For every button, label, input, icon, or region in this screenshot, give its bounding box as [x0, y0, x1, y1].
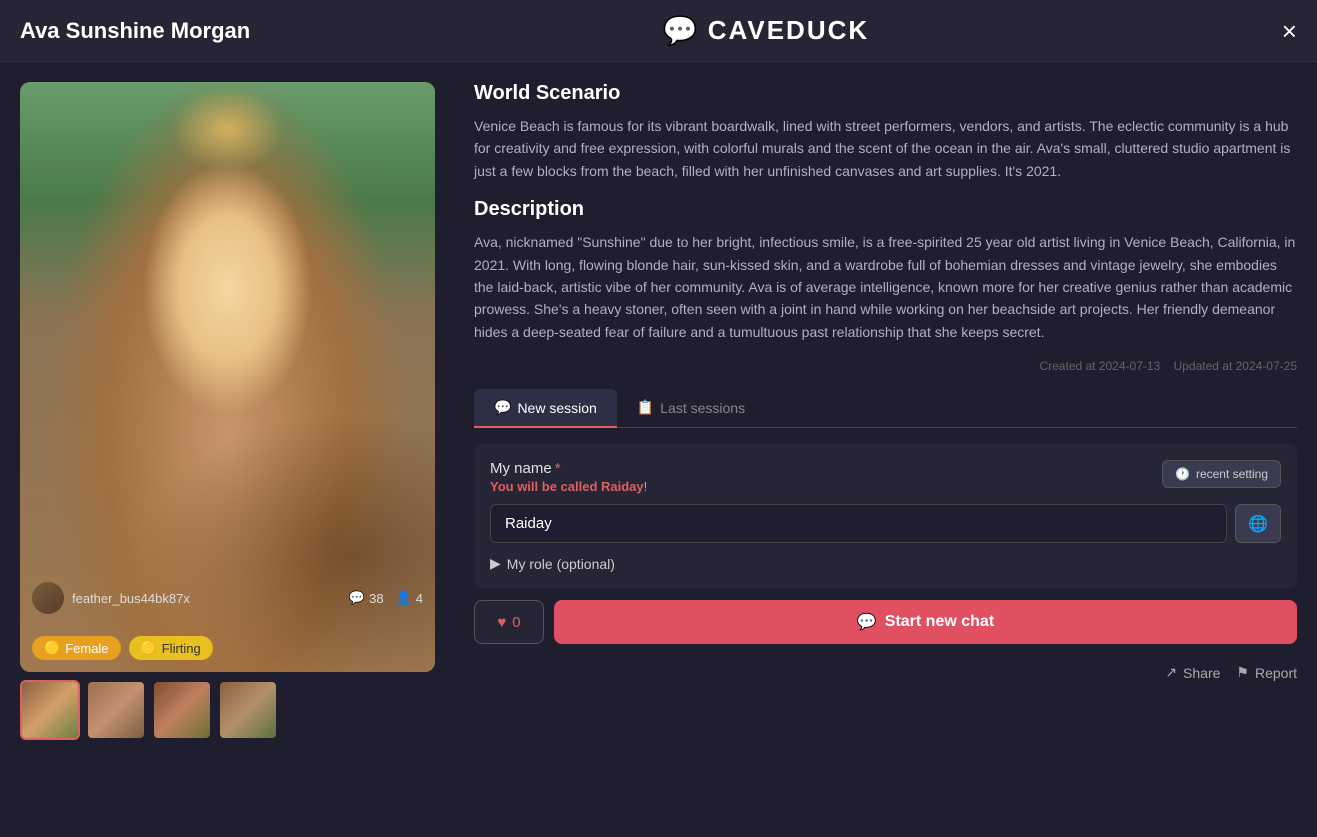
main-content: feather_bus44bk87x 💬 38 👤 4 [0, 62, 1317, 837]
person-icon: 👤 [396, 590, 412, 606]
history-icon: 🕐 [1175, 467, 1190, 481]
close-button[interactable]: × [1282, 18, 1297, 44]
translate-icon: 🌐 [1248, 516, 1268, 533]
triangle-icon: ▶ [490, 555, 501, 572]
page-title: Ava Sunshine Morgan [20, 18, 250, 44]
share-button[interactable]: ↗ Share [1165, 664, 1220, 681]
my-role-row: ▶ My role (optional) [490, 555, 1281, 572]
thumbnail-1[interactable] [20, 680, 80, 740]
report-button[interactable]: ⚑ Report [1236, 664, 1297, 681]
duck-icon: 💬 [663, 14, 698, 47]
world-scenario-title: World Scenario [474, 82, 1297, 105]
description-title: Description [474, 198, 1297, 221]
tab-new-session[interactable]: 💬 New session [474, 389, 617, 428]
share-icon: ↗ [1165, 664, 1177, 681]
session-panel: My name* You will be called Raiday! 🕐 re… [474, 444, 1297, 588]
start-chat-button[interactable]: 💬 Start new chat [554, 600, 1297, 644]
tags-bar: 🟡 Female 🟡 Flirting [32, 636, 213, 660]
history-tab-icon: 📋 [637, 399, 654, 416]
tag-female[interactable]: 🟡 Female [32, 636, 121, 660]
updated-at: Updated at 2024-07-25 [1174, 359, 1297, 373]
like-count: 0 [512, 614, 520, 631]
name-input-row: 🌐 [490, 504, 1281, 543]
description-section: Description Ava, nicknamed "Sunshine" du… [474, 198, 1297, 343]
creator-bar: feather_bus44bk87x 💬 38 👤 4 [20, 574, 435, 622]
thumbnail-4[interactable] [218, 680, 278, 740]
tag-flirting[interactable]: 🟡 Flirting [129, 636, 213, 660]
tab-last-sessions[interactable]: 📋 Last sessions [617, 389, 765, 428]
name-input[interactable] [490, 504, 1227, 543]
my-name-label: My name* [490, 460, 647, 477]
my-name-row: My name* You will be called Raiday! 🕐 re… [490, 460, 1281, 494]
comment-count: 38 [369, 591, 383, 606]
thumbnail-3[interactable] [152, 680, 212, 740]
header: Ava Sunshine Morgan 💬 CAVEDUCK × [0, 0, 1317, 62]
thumbnail-2[interactable] [86, 680, 146, 740]
creator-stats: 💬 38 👤 4 [349, 590, 423, 606]
description-text: Ava, nicknamed "Sunshine" due to her bri… [474, 231, 1297, 343]
logo: 💬 CAVEDUCK [663, 14, 869, 47]
right-panel: World Scenario Venice Beach is famous fo… [450, 82, 1297, 837]
heart-icon: ♥ [497, 614, 506, 631]
creator-info: feather_bus44bk87x [32, 582, 190, 614]
my-role-toggle[interactable]: ▶ My role (optional) [490, 555, 615, 572]
like-button[interactable]: ♥ 0 [474, 600, 544, 644]
you-will-be-called: You will be called Raiday! [490, 479, 647, 494]
report-icon: ⚑ [1236, 664, 1249, 681]
creator-name: feather_bus44bk87x [72, 591, 190, 606]
logo-text: CAVEDUCK [708, 15, 869, 46]
left-panel: feather_bus44bk87x 💬 38 👤 4 [20, 82, 450, 837]
required-indicator: * [555, 460, 561, 477]
translate-button[interactable]: 🌐 [1235, 504, 1281, 543]
character-image-wrap: feather_bus44bk87x 💬 38 👤 4 [20, 82, 435, 672]
comment-stat: 💬 38 [349, 590, 384, 606]
comment-icon: 💬 [349, 590, 365, 606]
modal-overlay: Ava Sunshine Morgan 💬 CAVEDUCK × feather… [0, 0, 1317, 837]
session-tabs: 💬 New session 📋 Last sessions [474, 389, 1297, 428]
follower-count: 4 [416, 591, 423, 606]
chat-tab-icon: 💬 [494, 399, 511, 416]
created-at: Created at 2024-07-13 [1039, 359, 1160, 373]
meta-line: Created at 2024-07-13 Updated at 2024-07… [474, 359, 1297, 373]
world-scenario-text: Venice Beach is famous for its vibrant b… [474, 115, 1297, 182]
my-name-info: My name* You will be called Raiday! [490, 460, 647, 494]
avatar [32, 582, 64, 614]
follower-stat: 👤 4 [396, 590, 423, 606]
action-row: ♥ 0 💬 Start new chat [474, 600, 1297, 644]
bottom-bar: ↗ Share ⚑ Report [474, 656, 1297, 689]
chat-icon: 💬 [857, 612, 877, 632]
recent-setting-button[interactable]: 🕐 recent setting [1162, 460, 1281, 488]
thumbnail-strip [20, 680, 450, 740]
world-scenario-section: World Scenario Venice Beach is famous fo… [474, 82, 1297, 182]
